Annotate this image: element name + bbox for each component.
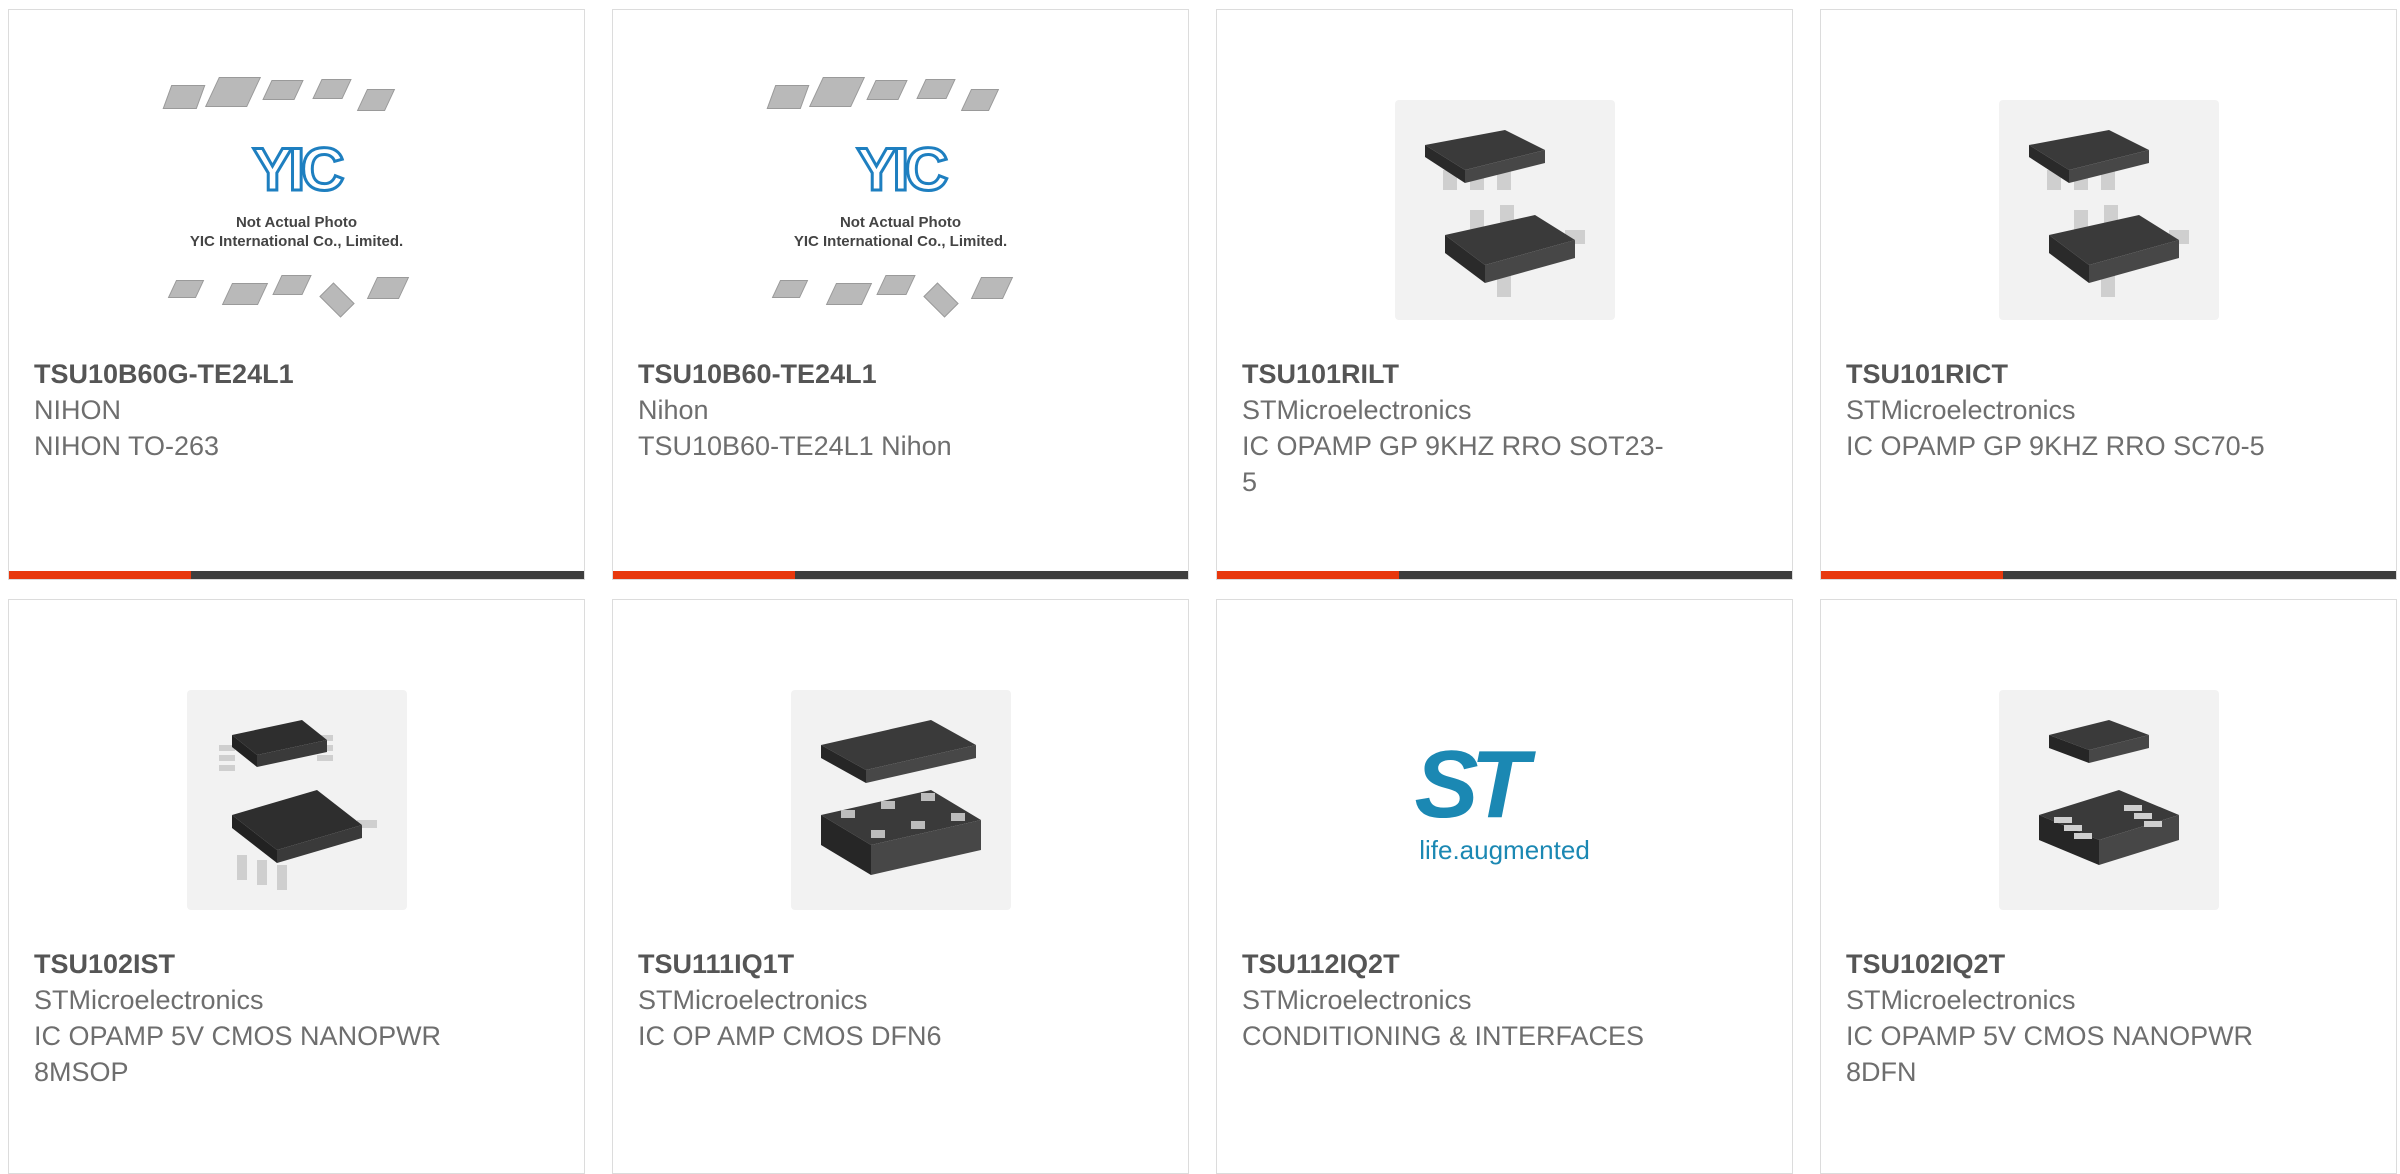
card-bottom-bar [613, 571, 1188, 579]
msop8-chip-image [186, 690, 407, 910]
product-card[interactable]: TSU101RICT STMicroelectronics IC OPAMP G… [1820, 9, 2397, 580]
part-number-link[interactable]: TSU102IQ2T [1846, 946, 2276, 982]
card-bottom-bar [9, 571, 584, 579]
part-number-link[interactable]: TSU10B60-TE24L1 [638, 356, 1068, 392]
manufacturer-label: STMicroelectronics [638, 985, 868, 1015]
manufacturer-label: STMicroelectronics [1846, 395, 2076, 425]
description-label: CONDITIONING & INTERFACES [1242, 1021, 1645, 1051]
manufacturer-label: STMicroelectronics [1846, 985, 2076, 1015]
card-bottom-bar [1821, 571, 2396, 579]
sot23-5-chip-image [1394, 100, 1615, 320]
part-number-link[interactable]: TSU111IQ1T [638, 946, 1068, 982]
dfn8-chip-image [1998, 690, 2219, 910]
image-caption: Not Actual Photo YIC International Co., … [189, 214, 404, 250]
product-image[interactable] [1959, 65, 2259, 355]
product-image[interactable] [1959, 655, 2259, 945]
image-caption: Not Actual Photo YIC International Co., … [793, 214, 1008, 250]
description-label: IC OPAMP 5V CMOS NANOPWR 8DFN [1846, 1021, 2254, 1087]
description-label: IC OPAMP GP 9KHZ RRO SC70-5 [1846, 431, 2265, 461]
manufacturer-label: STMicroelectronics [1242, 395, 1472, 425]
product-card[interactable]: TSU102IST STMicroelectronics IC OPAMP 5V… [8, 599, 585, 1174]
product-image[interactable] [751, 655, 1051, 945]
card-bottom-bar [1217, 571, 1792, 579]
yic-logo: YIC [251, 135, 346, 205]
part-number-link[interactable]: TSU101RILT [1242, 356, 1672, 392]
dfn6-chip-image [790, 690, 1011, 910]
part-number-link[interactable]: TSU102IST [34, 946, 464, 982]
product-image[interactable] [147, 655, 447, 945]
yic-logo: YIC [855, 135, 950, 205]
description-label: IC OPAMP 5V CMOS NANOPWR 8MSOP [34, 1021, 442, 1087]
part-number-link[interactable]: TSU112IQ2T [1242, 946, 1672, 982]
st-logo-mark: ST [1414, 731, 1530, 838]
manufacturer-label: NIHON [34, 395, 121, 425]
part-number-link[interactable]: TSU10B60G-TE24L1 [34, 356, 464, 392]
product-card[interactable]: TSU101RILT STMicroelectronics IC OPAMP G… [1216, 9, 1793, 580]
product-grid: YIC Not Actual Photo YIC International C… [0, 0, 2400, 1174]
yic-placeholder-image: YIC Not Actual Photo YIC International C… [751, 65, 1051, 355]
description-label: TSU10B60-TE24L1 Nihon [638, 431, 952, 461]
product-card[interactable]: TSU111IQ1T STMicroelectronics IC OP AMP … [612, 599, 1189, 1174]
description-label: IC OPAMP GP 9KHZ RRO SOT23-5 [1242, 431, 1664, 497]
sc70-5-chip-image [1998, 100, 2219, 320]
product-card[interactable]: TSU102IQ2T STMicroelectronics IC OPAMP 5… [1820, 599, 2397, 1174]
st-logo: ST life.augmented [1405, 730, 1605, 870]
yic-placeholder-image: YIC Not Actual Photo YIC International C… [147, 65, 447, 355]
st-logo-tagline: life.augmented [1419, 835, 1590, 865]
product-image[interactable] [1355, 65, 1655, 355]
manufacturer-label: STMicroelectronics [34, 985, 264, 1015]
manufacturer-label: Nihon [638, 395, 709, 425]
part-number-link[interactable]: TSU101RICT [1846, 356, 2276, 392]
product-card[interactable]: YIC Not Actual Photo YIC International C… [8, 9, 585, 580]
description-label: NIHON TO-263 [34, 431, 220, 461]
product-image[interactable]: YIC Not Actual Photo YIC International C… [751, 65, 1051, 355]
product-image[interactable]: ST life.augmented [1355, 655, 1655, 945]
product-image[interactable]: YIC Not Actual Photo YIC International C… [147, 65, 447, 355]
description-label: IC OP AMP CMOS DFN6 [638, 1021, 942, 1051]
manufacturer-label: STMicroelectronics [1242, 985, 1472, 1015]
product-card[interactable]: ST life.augmented TSU112IQ2T STMicroelec… [1216, 599, 1793, 1174]
product-card[interactable]: YIC Not Actual Photo YIC International C… [612, 9, 1189, 580]
